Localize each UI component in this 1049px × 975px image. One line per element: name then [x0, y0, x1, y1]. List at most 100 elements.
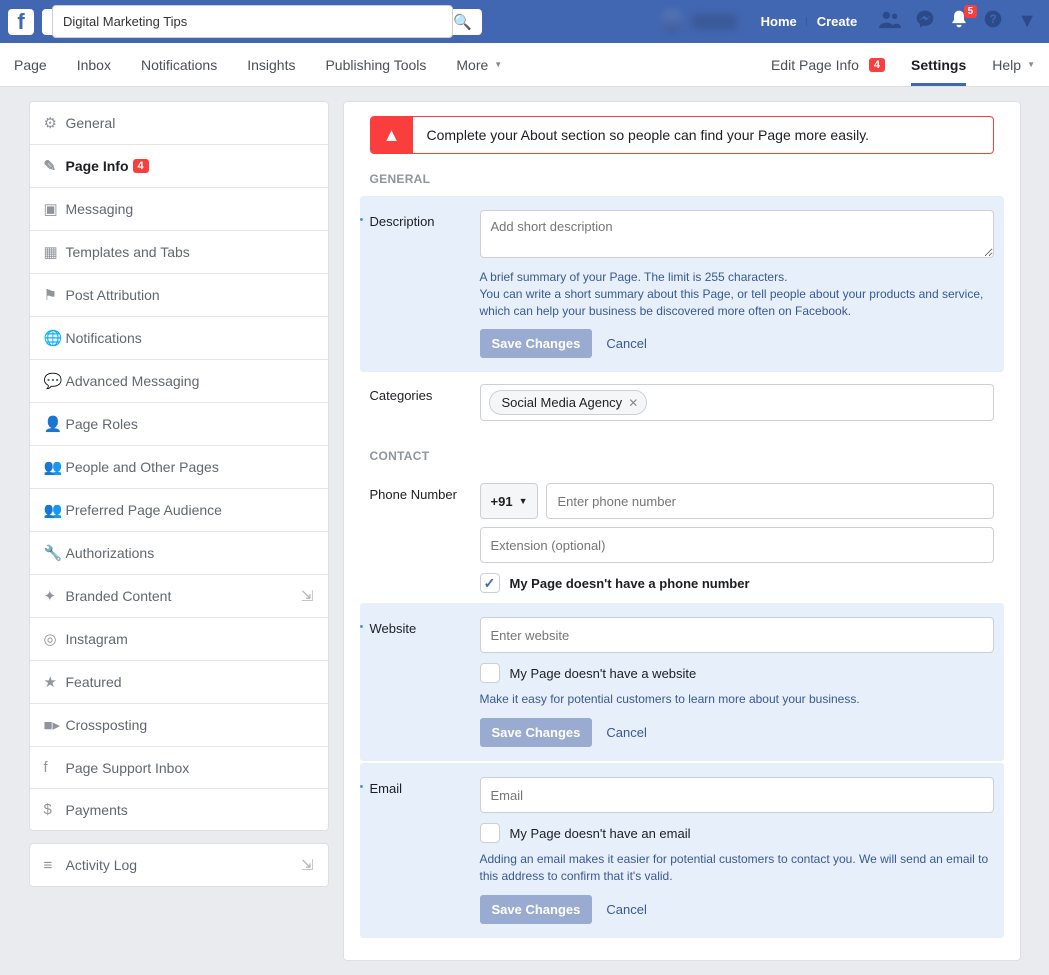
sidebar-item-advanced-messaging[interactable]: 💬Advanced Messaging [30, 360, 328, 403]
sidebar-item-payments[interactable]: $Payments [30, 789, 328, 830]
sidebar-item-label: Post Attribution [66, 287, 160, 303]
no-email-label: My Page doesn't have an email [510, 826, 691, 841]
cancel-button[interactable]: Cancel [606, 902, 646, 917]
sidebar-item-label: Notifications [66, 330, 142, 346]
notifications-icon[interactable]: 5 [949, 9, 969, 35]
sidebar-item-label: Page Support Inbox [66, 760, 190, 776]
sidebar-item-label: Messaging [66, 201, 134, 217]
subnav-publishing[interactable]: Publishing Tools [325, 57, 426, 73]
subnav-more[interactable]: More▼ [456, 57, 502, 73]
sidebar-item-post-attribution[interactable]: ⚑Post Attribution [30, 274, 328, 317]
save-button[interactable]: Save Changes [480, 895, 593, 924]
subnav-help[interactable]: Help▼ [992, 57, 1035, 73]
website-help: Make it easy for potential customers to … [480, 691, 994, 708]
sidebar-item-instagram[interactable]: ◎Instagram [30, 618, 328, 661]
cancel-button[interactable]: Cancel [606, 725, 646, 740]
save-button[interactable]: Save Changes [480, 718, 593, 747]
sidebar-item-crossposting[interactable]: ■▸Crossposting [30, 704, 328, 747]
email-help: Adding an email makes it easier for pote… [480, 851, 994, 885]
sidebar-badge: 4 [133, 159, 149, 173]
sidebar-icon: 👥 [44, 501, 66, 519]
field-categories: Categories Social Media Agency ✕ [370, 374, 994, 431]
sidebar-icon: ⚙ [44, 114, 66, 132]
sidebar-item-featured[interactable]: ★Featured [30, 661, 328, 704]
phone-input[interactable] [546, 483, 993, 519]
subnav-notifications[interactable]: Notifications [141, 57, 217, 73]
messenger-icon[interactable] [915, 9, 935, 35]
subnav-insights[interactable]: Insights [247, 57, 295, 73]
subnav-edit-page-info[interactable]: Edit Page Info4 [771, 57, 885, 73]
cancel-button[interactable]: Cancel [606, 336, 646, 351]
search-icon[interactable]: 🔍 [453, 13, 472, 31]
country-code-select[interactable]: +91▼ [480, 483, 539, 519]
sidebar-item-preferred-page-audience[interactable]: 👥Preferred Page Audience [30, 489, 328, 532]
sidebar-item-branded-content[interactable]: ✦Branded Content⇲ [30, 575, 328, 618]
sidebar-item-page-roles[interactable]: 👤Page Roles [30, 403, 328, 446]
alert-text: Complete your About section so people ca… [413, 117, 884, 153]
section-general: GENERAL [370, 172, 994, 186]
notif-badge: 5 [964, 5, 978, 18]
warning-icon: ▲ [371, 117, 413, 153]
section-contact: CONTACT [370, 449, 994, 463]
sidebar-item-label: Payments [66, 802, 128, 818]
sidebar-item-page-support-inbox[interactable]: fPage Support Inbox [30, 747, 328, 789]
list-icon: ≡ [44, 857, 66, 874]
sidebar-item-notifications[interactable]: 🌐Notifications [30, 317, 328, 360]
extension-input[interactable] [480, 527, 994, 563]
category-chip: Social Media Agency ✕ [489, 390, 648, 415]
nav-create[interactable]: Create [807, 14, 867, 29]
account-dropdown-icon[interactable]: ▼ [1017, 10, 1037, 33]
email-input[interactable] [480, 777, 994, 813]
sidebar-icon: 👥 [44, 458, 66, 476]
sidebar-item-label: Activity Log [66, 857, 138, 873]
external-icon: ⇲ [301, 587, 314, 605]
sidebar-item-messaging[interactable]: ▣Messaging [30, 188, 328, 231]
sidebar-item-authorizations[interactable]: 🔧Authorizations [30, 532, 328, 575]
subnav-page[interactable]: Page [14, 57, 47, 73]
sidebar-icon: 💬 [44, 372, 66, 390]
sidebar-item-general[interactable]: ⚙General [30, 102, 328, 145]
sidebar-item-label: Authorizations [66, 545, 155, 561]
help-icon[interactable]: ? [983, 9, 1003, 35]
nav-home[interactable]: Home [751, 14, 807, 29]
top-bar: f 🔍 Home Create 5 ? ▼ [0, 0, 1049, 43]
sidebar-item-label: Templates and Tabs [66, 244, 190, 260]
subnav-inbox[interactable]: Inbox [77, 57, 111, 73]
sidebar-item-templates-and-tabs[interactable]: ▦Templates and Tabs [30, 231, 328, 274]
field-website: Website My Page doesn't have a website M… [360, 603, 1004, 761]
chip-remove-icon[interactable]: ✕ [628, 396, 638, 410]
label-phone: Phone Number [370, 483, 466, 593]
user-name-blur[interactable] [692, 14, 737, 30]
website-input[interactable] [480, 617, 994, 653]
save-button[interactable]: Save Changes [480, 329, 593, 358]
sidebar-item-label: Advanced Messaging [66, 373, 200, 389]
sidebar-icon: 🔧 [44, 544, 66, 562]
sidebar-icon: ⚑ [44, 286, 66, 304]
fb-logo[interactable]: f [8, 9, 34, 35]
subnav-settings[interactable]: Settings [911, 57, 966, 73]
no-phone-checkbox[interactable]: ✓ [480, 573, 500, 593]
sidebar-item-people-and-other-pages[interactable]: 👥People and Other Pages [30, 446, 328, 489]
description-input[interactable] [480, 210, 994, 258]
avatar[interactable] [660, 10, 684, 34]
no-email-checkbox[interactable] [480, 823, 500, 843]
label-website: Website [370, 617, 466, 747]
categories-input[interactable]: Social Media Agency ✕ [480, 384, 994, 421]
sidebar-item-label: People and Other Pages [66, 459, 219, 475]
sidebar-item-label: General [66, 115, 116, 131]
sidebar-icon: ■▸ [44, 716, 66, 734]
friend-requests-icon[interactable] [879, 9, 901, 35]
no-website-label: My Page doesn't have a website [510, 666, 697, 681]
alert-banner: ▲ Complete your About section so people … [370, 116, 994, 154]
sub-nav: Page Inbox Notifications Insights Publis… [0, 43, 1049, 87]
field-description: Description A brief summary of your Page… [360, 196, 1004, 372]
no-phone-label: My Page doesn't have a phone number [510, 576, 750, 591]
search-input[interactable] [52, 5, 453, 38]
sidebar-icon: 🌐 [44, 329, 66, 347]
sidebar-activity-log[interactable]: ≡ Activity Log ⇲ [30, 844, 328, 886]
sidebar-item-label: Page Info [66, 158, 129, 174]
sidebar-item-page-info[interactable]: ✎Page Info4 [30, 145, 328, 188]
sidebar-icon: ◎ [44, 630, 66, 648]
no-website-checkbox[interactable] [480, 663, 500, 683]
search-box[interactable]: 🔍 [42, 9, 482, 35]
